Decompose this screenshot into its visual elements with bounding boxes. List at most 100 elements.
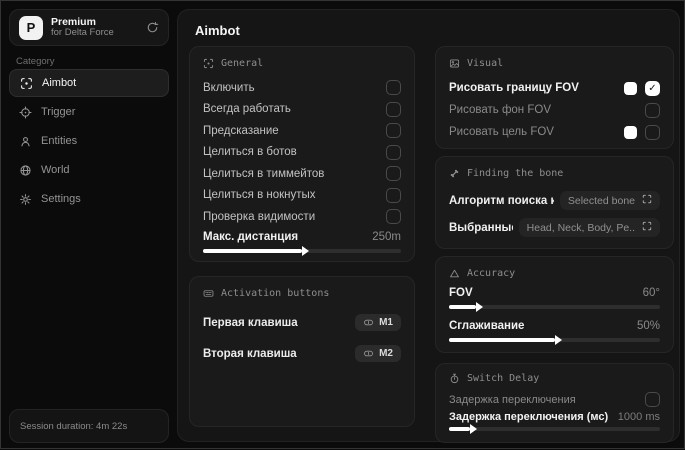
- checkbox[interactable]: [386, 209, 401, 225]
- keybind-label: Вторая клавиша: [203, 347, 297, 360]
- sidebar-item-settings[interactable]: Settings: [9, 185, 169, 213]
- slider-fill[interactable]: [449, 338, 555, 342]
- dropdown-label: Выбранные кос: [449, 221, 513, 234]
- bone-algorithm-dropdown[interactable]: Selected bone: [559, 191, 660, 210]
- sidebar-menu: Aimbot Trigger Entities World Settings: [9, 69, 169, 214]
- bone-algorithm-row: Алгоритм поиска кост Selected bone: [449, 187, 660, 214]
- sidebar: P Premium for Delta Force Category Aimbo…: [1, 1, 177, 450]
- sidebar-item-label: World: [41, 164, 70, 176]
- switch-delay-toggle-row[interactable]: Задержка переключения: [449, 388, 660, 411]
- slider-label: Сглаживание: [449, 320, 525, 332]
- gear-icon: [19, 193, 32, 206]
- checkbox[interactable]: [386, 166, 401, 182]
- toggle-row-target-teammates[interactable]: Целиться в тиммейтов: [203, 163, 401, 185]
- fov-slider[interactable]: [449, 305, 660, 309]
- section-finding-bone: Finding the bone Алгоритм поиска кост Se…: [435, 156, 674, 249]
- toggle-label: Задержка переключения: [449, 393, 576, 406]
- section-visual-header: Visual: [449, 58, 660, 69]
- toggle-label: Рисовать цель FOV: [449, 126, 554, 138]
- keybind-button-primary[interactable]: M1: [355, 314, 401, 331]
- smoothing-header: Сглаживание 50%: [449, 320, 660, 332]
- checkbox[interactable]: [645, 124, 660, 140]
- sidebar-item-label: Trigger: [41, 106, 76, 118]
- section-activation-buttons: Activation buttons Первая клавиша M1 Вто…: [189, 276, 415, 427]
- section-title: Accuracy: [467, 268, 516, 279]
- color-swatch[interactable]: [624, 125, 637, 139]
- section-visual: Visual Рисовать границу FOV Рисовать фон…: [435, 46, 674, 149]
- expand-icon: [642, 221, 652, 234]
- checkbox[interactable]: [645, 80, 660, 96]
- slider-fill[interactable]: [449, 427, 471, 431]
- section-general-header: General: [203, 58, 401, 69]
- toggle-row-enable[interactable]: Включить: [203, 77, 401, 99]
- checkbox[interactable]: [386, 101, 401, 117]
- toggle-row-prediction[interactable]: Предсказание: [203, 120, 401, 142]
- keybind-row-secondary: Вторая клавиша M2: [203, 338, 401, 369]
- license-subtitle: for Delta Force: [51, 27, 114, 39]
- toggle-row-always-work[interactable]: Всегда работать: [203, 99, 401, 121]
- stopwatch-icon: [449, 373, 460, 384]
- max-distance-header: Макс. дистанция 250m: [203, 231, 401, 243]
- smoothing-slider[interactable]: [449, 338, 660, 342]
- toggle-label: Целиться в ботов: [203, 146, 297, 159]
- section-title: General: [221, 58, 264, 69]
- fov-header: FOV 60°: [449, 287, 660, 299]
- main-panel: Aimbot General Включить Всегда работать …: [177, 9, 680, 443]
- checkbox[interactable]: [386, 187, 401, 203]
- toggle-label: Рисовать границу FOV: [449, 82, 579, 94]
- toggle-label: Проверка видимости: [203, 210, 316, 223]
- toggle-row-visibility-check[interactable]: Проверка видимости: [203, 206, 401, 228]
- checkbox[interactable]: [645, 392, 660, 407]
- toggle-label: Целиться в нокнутых: [203, 189, 316, 202]
- crosshair-icon: [19, 105, 32, 119]
- toggle-label: Рисовать фон FOV: [449, 104, 551, 116]
- checkbox[interactable]: [386, 144, 401, 160]
- dropdown-value: Selected bone: [567, 194, 635, 207]
- section-title: Switch Delay: [467, 373, 540, 384]
- visual-row-fov-target[interactable]: Рисовать цель FOV: [449, 121, 660, 143]
- keyboard-icon: [203, 288, 214, 299]
- selected-bones-dropdown[interactable]: Head, Neck, Body, Pe..: [518, 218, 660, 237]
- keybind-label: Первая клавиша: [203, 316, 298, 329]
- keybind-value: M2: [379, 348, 393, 359]
- toggle-label: Включить: [203, 81, 255, 94]
- visual-row-fov-border[interactable]: Рисовать границу FOV: [449, 77, 660, 99]
- switch-delay-slider[interactable]: [449, 427, 660, 431]
- app-logo: P: [19, 15, 43, 40]
- sidebar-item-trigger[interactable]: Trigger: [9, 98, 169, 126]
- checkbox[interactable]: [386, 123, 401, 139]
- section-accuracy-header: Accuracy: [449, 268, 660, 279]
- slider-fill[interactable]: [203, 248, 302, 253]
- sidebar-item-aimbot[interactable]: Aimbot: [9, 69, 169, 97]
- sidebar-item-label: Settings: [41, 193, 81, 205]
- section-accuracy: Accuracy FOV 60° Сглаживание 50%: [435, 256, 674, 353]
- sidebar-item-label: Entities: [41, 135, 78, 147]
- section-title: Visual: [467, 58, 504, 69]
- checkbox[interactable]: [645, 102, 660, 118]
- slider-label: Задержка переключения (мс): [449, 411, 609, 423]
- sidebar-item-entities[interactable]: Entities: [9, 127, 169, 155]
- category-label: Category: [16, 56, 55, 67]
- section-title: Activation buttons: [221, 288, 330, 299]
- section-title: Finding the bone: [467, 168, 564, 179]
- crosshair-scan-icon: [20, 77, 33, 90]
- visual-row-fov-background[interactable]: Рисовать фон FOV: [449, 99, 660, 121]
- slider-value: 50%: [636, 320, 660, 332]
- toggle-label: Предсказание: [203, 124, 279, 137]
- session-duration: Session duration: 4m 22s: [9, 409, 169, 443]
- expand-icon: [642, 194, 652, 207]
- slider-value: 250m: [372, 230, 401, 243]
- slider-fill[interactable]: [449, 305, 477, 309]
- toggle-row-target-bots[interactable]: Целиться в ботов: [203, 142, 401, 164]
- reload-icon[interactable]: [146, 21, 159, 34]
- license-card: P Premium for Delta Force: [9, 9, 169, 46]
- max-distance-slider[interactable]: [203, 248, 401, 253]
- keybind-button-secondary[interactable]: M2: [355, 345, 401, 362]
- sidebar-item-world[interactable]: World: [9, 156, 169, 184]
- scan-icon: [203, 58, 214, 69]
- section-switch-delay: Switch Delay Задержка переключения Задер…: [435, 363, 674, 443]
- checkbox[interactable]: [386, 80, 401, 96]
- color-swatch[interactable]: [624, 81, 637, 95]
- toggle-row-target-knocked[interactable]: Целиться в нокнутых: [203, 185, 401, 207]
- slider-value: 1000 ms: [617, 411, 660, 423]
